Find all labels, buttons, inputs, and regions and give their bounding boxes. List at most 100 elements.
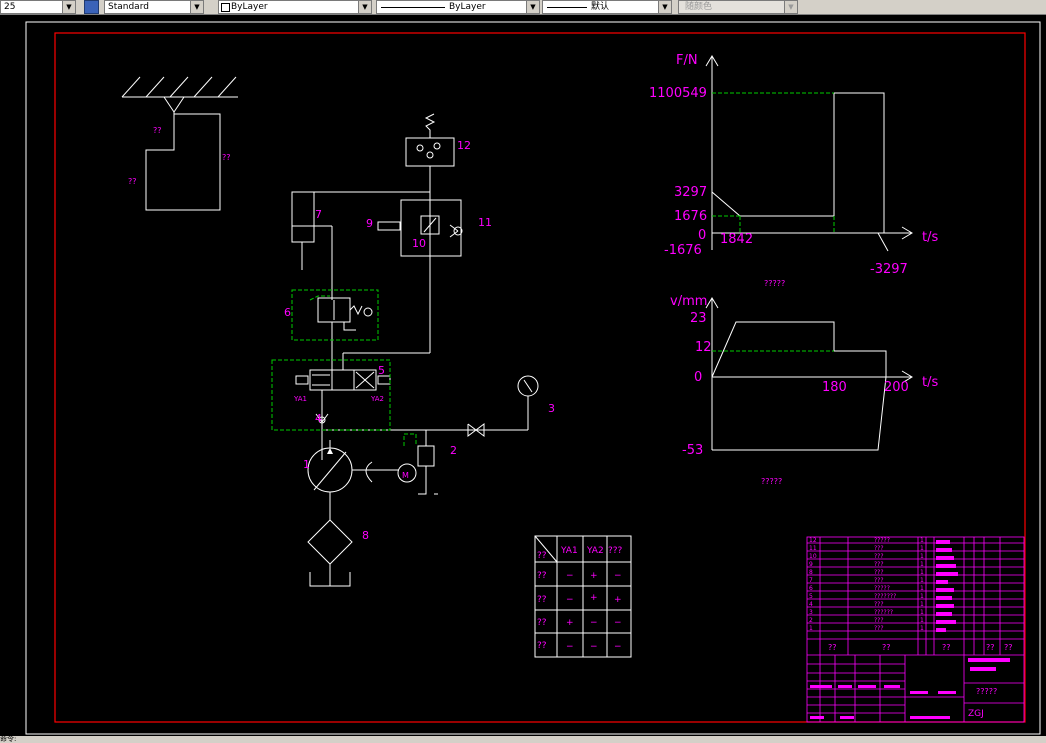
scale-value: 25	[4, 2, 16, 12]
scale-combo[interactable]: 25 ▼	[0, 0, 76, 14]
table-cell: +	[590, 593, 598, 603]
chart-caption: ?????	[761, 477, 782, 486]
chevron-down-icon[interactable]: ▼	[358, 1, 371, 13]
tick-label: 3297	[674, 185, 707, 200]
lineweight-value: 默认	[591, 2, 610, 12]
title-block-label: ??	[1004, 643, 1013, 652]
table-cell: −	[590, 642, 598, 652]
parts-row-number: 7	[809, 577, 813, 584]
parts-row-qty: 1	[920, 537, 924, 544]
command-line[interactable]: 命令:	[0, 736, 1046, 743]
title-block-label: ??	[882, 643, 891, 652]
parts-row-qty: 1	[920, 601, 924, 608]
force-chart: F/N t/s 1100549 3297 1676 0 -1676 1842 -…	[649, 53, 938, 288]
parts-row-number: 1	[809, 625, 813, 632]
parts-row-number: 9	[809, 561, 813, 568]
svg-text:6: 6	[284, 306, 291, 319]
svg-text:2: 2	[450, 444, 457, 457]
parts-row-name: ?????	[874, 537, 890, 544]
parts-row-qty: 1	[920, 569, 924, 576]
svg-text:9: 9	[366, 217, 373, 230]
linetype-value: ByLayer	[449, 2, 486, 12]
table-header: ??	[537, 551, 547, 561]
table-cell: ??	[537, 618, 547, 628]
tick-label: -53	[682, 443, 703, 458]
workpiece-label: ??	[222, 153, 231, 162]
table-cell: −	[614, 571, 622, 581]
tick-label: -1676	[664, 243, 702, 258]
properties-toolbar: 25 ▼ Standard ▼ ByLayer ▼ ByLayer ▼ 默认 ▼…	[0, 0, 1046, 15]
drawing-title: ?????	[976, 687, 997, 696]
tick-label: -3297	[870, 262, 908, 277]
svg-text:12: 12	[457, 139, 471, 152]
pilot-lines	[271, 289, 417, 446]
solenoid-label: YA2	[370, 395, 384, 403]
chevron-down-icon[interactable]: ▼	[784, 1, 797, 13]
tick-label: 0	[698, 228, 706, 243]
tick-label: 1842	[720, 232, 753, 247]
parts-row-name: ???	[874, 601, 884, 608]
color-combo[interactable]: ByLayer ▼	[218, 0, 372, 14]
table-cell: +	[590, 571, 598, 581]
chevron-down-icon[interactable]: ▼	[62, 1, 75, 13]
svg-text:8: 8	[362, 529, 369, 542]
svg-text:4: 4	[315, 412, 322, 425]
parts-row-qty: 1	[920, 593, 924, 600]
parts-row-number: 10	[809, 553, 817, 560]
parts-row-qty: 1	[920, 577, 924, 584]
table-cell: ??	[537, 571, 547, 581]
chevron-down-icon[interactable]: ▼	[190, 1, 203, 13]
tick-label: 0	[694, 370, 702, 385]
parts-row-number: 5	[809, 593, 813, 600]
tick-label: 1100549	[649, 86, 707, 101]
svg-text:7: 7	[315, 208, 322, 221]
x-axis-label: t/s	[922, 375, 938, 390]
svg-text:3: 3	[548, 402, 555, 415]
svg-text:10: 10	[412, 237, 426, 250]
table-cell: −	[566, 571, 574, 581]
tick-label: 1676	[674, 209, 707, 224]
plot-style-combo[interactable]: 随颜色 ▼	[678, 0, 798, 14]
lineweight-combo[interactable]: 默认 ▼	[542, 0, 672, 14]
tick-label: 23	[690, 311, 707, 326]
x-axis-label: t/s	[922, 230, 938, 245]
workpiece-label: ??	[153, 126, 162, 135]
motor-label: M	[402, 471, 409, 480]
action-table: ?? YA1 YA2 ??? ?? − + − ?? − + + ?? + − …	[534, 535, 632, 658]
tick-label: 200	[884, 380, 909, 395]
title-block-label: ??	[986, 643, 995, 652]
title-block-label: ??	[828, 643, 837, 652]
parts-row-name: ???	[874, 625, 884, 632]
drawing-canvas[interactable]: ?? ?? ?? M YA1 YA2 1 2 3 4 5 6 7 8 9 10 …	[0, 15, 1046, 736]
table-cell: +	[614, 595, 622, 605]
parts-row-name: ??????	[874, 609, 893, 616]
workpiece-sketch	[121, 76, 238, 211]
drawing-code: ZGJ	[968, 709, 984, 719]
sheet-border	[25, 21, 1041, 735]
title-block: 12????? 111??? 110??? 19??? 18??? 17??? 16????…	[806, 536, 1025, 723]
parts-row-qty: 1	[920, 617, 924, 624]
text-style-icon[interactable]	[84, 0, 99, 14]
parts-row-qty: 1	[920, 585, 924, 592]
title-block-label: ??	[942, 643, 951, 652]
svg-text:11: 11	[478, 216, 492, 229]
table-cell: −	[614, 618, 622, 628]
text-style-value: Standard	[108, 2, 149, 12]
table-cell: −	[566, 595, 574, 605]
parts-row-number: 4	[809, 601, 813, 608]
parts-row-number: 2	[809, 617, 813, 624]
table-header: YA1	[560, 546, 578, 556]
linetype-combo[interactable]: ByLayer ▼	[376, 0, 540, 14]
chevron-down-icon[interactable]: ▼	[526, 1, 539, 13]
table-header: YA2	[586, 546, 604, 556]
chevron-down-icon[interactable]: ▼	[658, 1, 671, 13]
tick-label: 180	[822, 380, 847, 395]
table-cell: +	[566, 618, 574, 628]
tick-label: 12	[695, 340, 712, 355]
parts-row-name: ???	[874, 577, 884, 584]
workpiece-label: ??	[128, 177, 137, 186]
text-style-combo[interactable]: Standard ▼	[104, 0, 204, 14]
table-cell: ??	[537, 595, 547, 605]
parts-row-name: ???????	[874, 593, 896, 600]
pump-arrow-icon	[327, 448, 333, 454]
